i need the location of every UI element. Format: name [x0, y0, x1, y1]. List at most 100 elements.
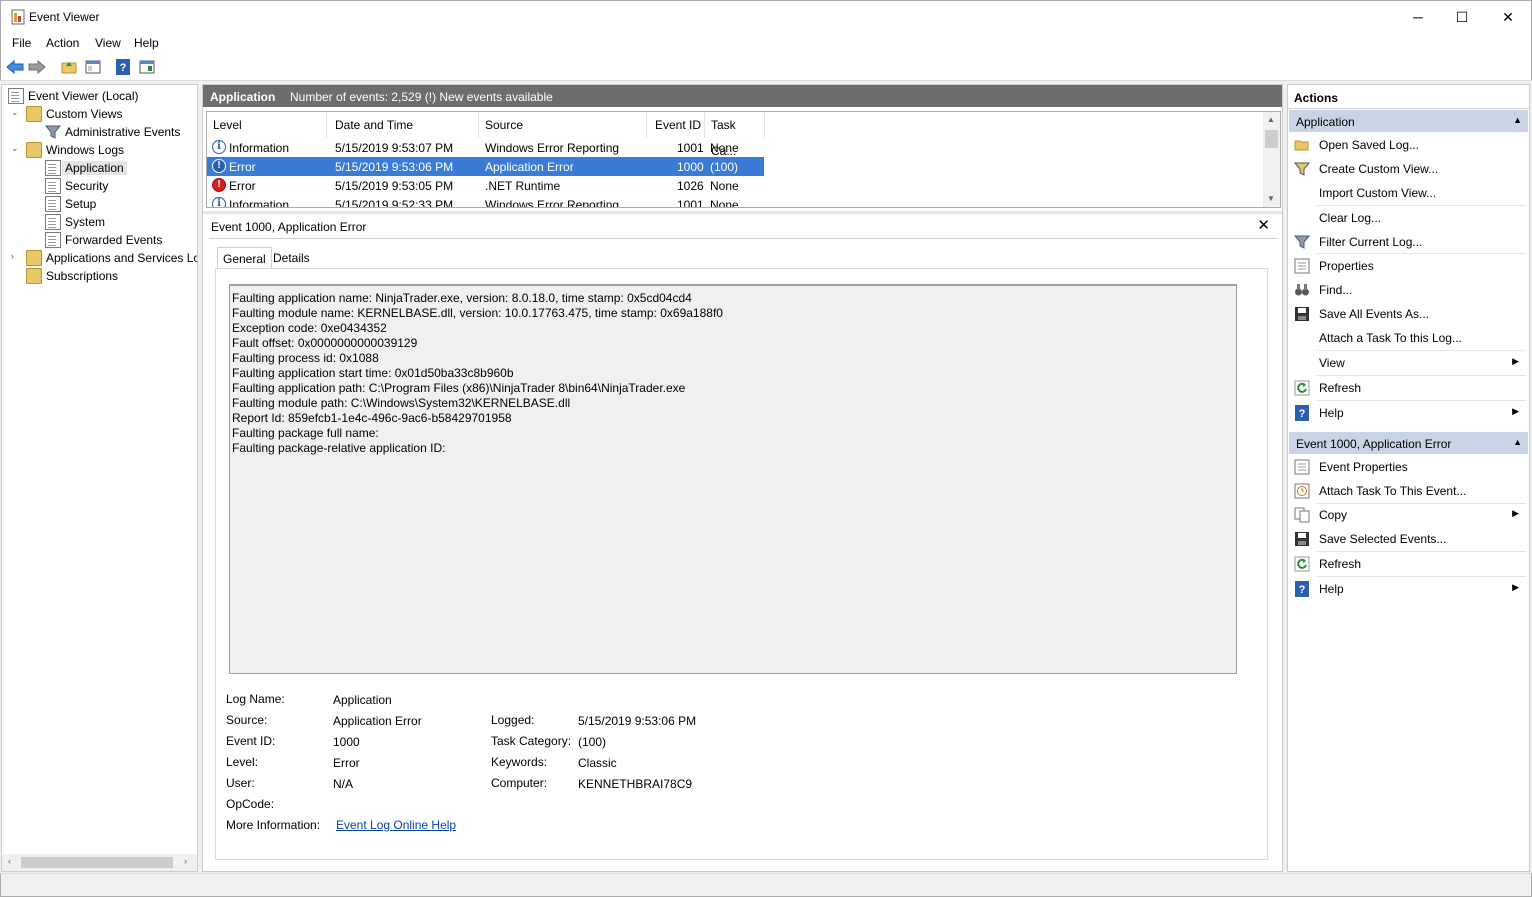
value-level: Error [333, 756, 360, 770]
label-task-category: Task Category: [491, 734, 572, 748]
action-event-properties[interactable]: Event Properties [1288, 455, 1527, 479]
row-date: 5/15/2019 9:53:05 PM [335, 179, 454, 193]
table-row[interactable]: ! Error 5/15/2019 9:53:05 PM .NET Runtim… [207, 176, 764, 195]
tree-item-custom-views[interactable]: Custom Views [26, 105, 122, 123]
menu-view[interactable]: View [95, 36, 121, 50]
maximize-button[interactable]: ☐ [1439, 1, 1485, 33]
action-attach-task-event[interactable]: Attach Task To This Event... [1288, 479, 1527, 503]
tree-item-root[interactable]: Event Viewer (Local) [8, 87, 139, 105]
row-task: (100) [710, 160, 739, 174]
action-refresh[interactable]: Refresh [1288, 376, 1527, 400]
table-row[interactable]: i Information 5/15/2019 9:53:07 PM Windo… [207, 138, 764, 157]
tree-item-security[interactable]: Security [45, 177, 108, 195]
event-log-online-help-link[interactable]: Event Log Online Help [336, 818, 456, 832]
horizontal-scrollbar[interactable]: ‹ › [2, 854, 197, 871]
action-help[interactable]: ? Help ▶ [1288, 401, 1527, 425]
tree-item-forwarded-events[interactable]: Forwarded Events [45, 231, 162, 249]
row-task: None [710, 198, 739, 208]
tree-item-setup[interactable]: Setup [45, 195, 96, 213]
column-source[interactable]: Source [479, 112, 647, 138]
close-button[interactable]: ✕ [1485, 1, 1531, 33]
scroll-left-icon[interactable]: ‹ [8, 856, 11, 866]
event-count: Number of events: 2,529 (!) New events a… [290, 90, 553, 104]
chevron-right-icon[interactable]: › [11, 251, 14, 261]
row-source: Windows Error Reporting [485, 141, 620, 155]
action-clear-log[interactable]: Clear Log... [1288, 206, 1527, 230]
column-task-category[interactable]: Task Ca... [705, 112, 765, 158]
action-view[interactable]: View ▶ [1288, 351, 1527, 375]
scroll-up-icon[interactable]: ▲ [1267, 115, 1275, 124]
scrollbar-thumb[interactable] [21, 857, 173, 868]
folder-icon [26, 250, 42, 266]
refresh-icon [1294, 380, 1310, 396]
log-header: Application Number of events: 2,529 (!) … [203, 85, 1282, 107]
action-copy[interactable]: Copy ▶ [1288, 503, 1527, 527]
label-event-id: Event ID: [226, 734, 276, 748]
row-level: Information [229, 141, 290, 155]
action-save-all-events[interactable]: Save All Events As... [1288, 302, 1527, 326]
action-filter-current-log[interactable]: Filter Current Log... [1288, 230, 1527, 254]
column-event-id[interactable]: Event ID [649, 112, 705, 138]
refresh-icon [1294, 556, 1310, 572]
up-folder-button[interactable] [60, 58, 78, 76]
scrollbar-thumb[interactable] [1265, 130, 1278, 148]
label-log-name: Log Name: [226, 692, 285, 706]
tab-details[interactable]: Details [268, 247, 315, 269]
action-label: Copy [1319, 508, 1348, 522]
action-create-custom-view[interactable]: Create Custom View... [1288, 157, 1527, 181]
chevron-down-icon[interactable]: ⌄ [11, 107, 19, 118]
pane-splitter[interactable] [203, 211, 1282, 214]
chevron-down-icon[interactable]: ⌄ [11, 143, 19, 154]
tree-item-administrative-events[interactable]: Administrative Events [45, 123, 180, 141]
column-level[interactable]: Level [207, 112, 327, 138]
action-save-selected-events[interactable]: Save Selected Events... [1288, 527, 1527, 551]
scroll-right-icon[interactable]: › [184, 856, 187, 866]
center-pane: Application Number of events: 2,529 (!) … [202, 84, 1283, 872]
event-description[interactable]: Faulting application name: NinjaTrader.e… [229, 284, 1237, 674]
menu-action[interactable]: Action [46, 36, 79, 50]
show-action-pane-button[interactable] [138, 58, 156, 76]
collapse-icon[interactable]: ▲ [1513, 115, 1522, 125]
value-task-category: (100) [578, 735, 607, 749]
tree-item-application[interactable]: Application [45, 159, 127, 177]
action-label: Open Saved Log... [1319, 138, 1420, 152]
tree-item-windows-logs[interactable]: Windows Logs [26, 141, 124, 159]
vertical-scrollbar[interactable]: ▲ ▼ [1263, 112, 1280, 207]
action-refresh-event[interactable]: Refresh [1288, 552, 1527, 576]
column-date-time[interactable]: Date and Time [329, 112, 479, 138]
tree-item-apps-services[interactable]: Applications and Services Logs [26, 249, 197, 267]
action-label: Save All Events As... [1319, 307, 1430, 321]
close-icon[interactable]: ✕ [1257, 216, 1270, 234]
back-button[interactable] [6, 58, 24, 76]
label-user: User: [226, 776, 255, 790]
tree-item-system[interactable]: System [45, 213, 105, 231]
actions-group-event[interactable]: Event 1000, Application Error ▲ [1289, 432, 1528, 454]
submenu-arrow-icon: ▶ [1512, 582, 1519, 592]
collapse-icon[interactable]: ▲ [1513, 437, 1522, 447]
table-row[interactable]: i Information 5/15/2019 9:52:33 PM Windo… [207, 195, 764, 208]
action-help-event[interactable]: ? Help ▶ [1288, 577, 1527, 601]
help-icon: ? [1295, 405, 1309, 421]
menu-help[interactable]: Help [134, 36, 159, 50]
submenu-arrow-icon: ▶ [1512, 356, 1519, 366]
save-icon [1295, 532, 1309, 546]
action-attach-task-log[interactable]: Attach a Task To this Log... [1288, 326, 1527, 350]
subscriptions-icon [26, 268, 42, 284]
show-hide-tree-button[interactable] [84, 58, 102, 76]
forward-button[interactable] [28, 58, 46, 76]
action-find[interactable]: Find... [1288, 278, 1527, 302]
svg-text:?: ? [120, 62, 127, 74]
table-row-selected[interactable]: ! Error 5/15/2019 9:53:06 PM Application… [207, 157, 764, 176]
actions-group-application[interactable]: Application ▲ [1289, 110, 1528, 132]
help-toolbar-button[interactable]: ? [114, 58, 132, 76]
action-open-saved-log[interactable]: Open Saved Log... [1288, 133, 1527, 157]
menu-file[interactable]: File [12, 36, 31, 50]
log-icon [45, 196, 61, 212]
minimize-button[interactable]: ─ [1395, 1, 1441, 33]
tab-general[interactable]: General [217, 247, 272, 269]
action-properties[interactable]: Properties [1288, 254, 1527, 278]
tree-item-subscriptions[interactable]: Subscriptions [26, 267, 118, 285]
information-icon: i [212, 140, 226, 154]
action-import-custom-view[interactable]: Import Custom View... [1288, 181, 1527, 205]
scroll-down-icon[interactable]: ▼ [1267, 194, 1275, 203]
